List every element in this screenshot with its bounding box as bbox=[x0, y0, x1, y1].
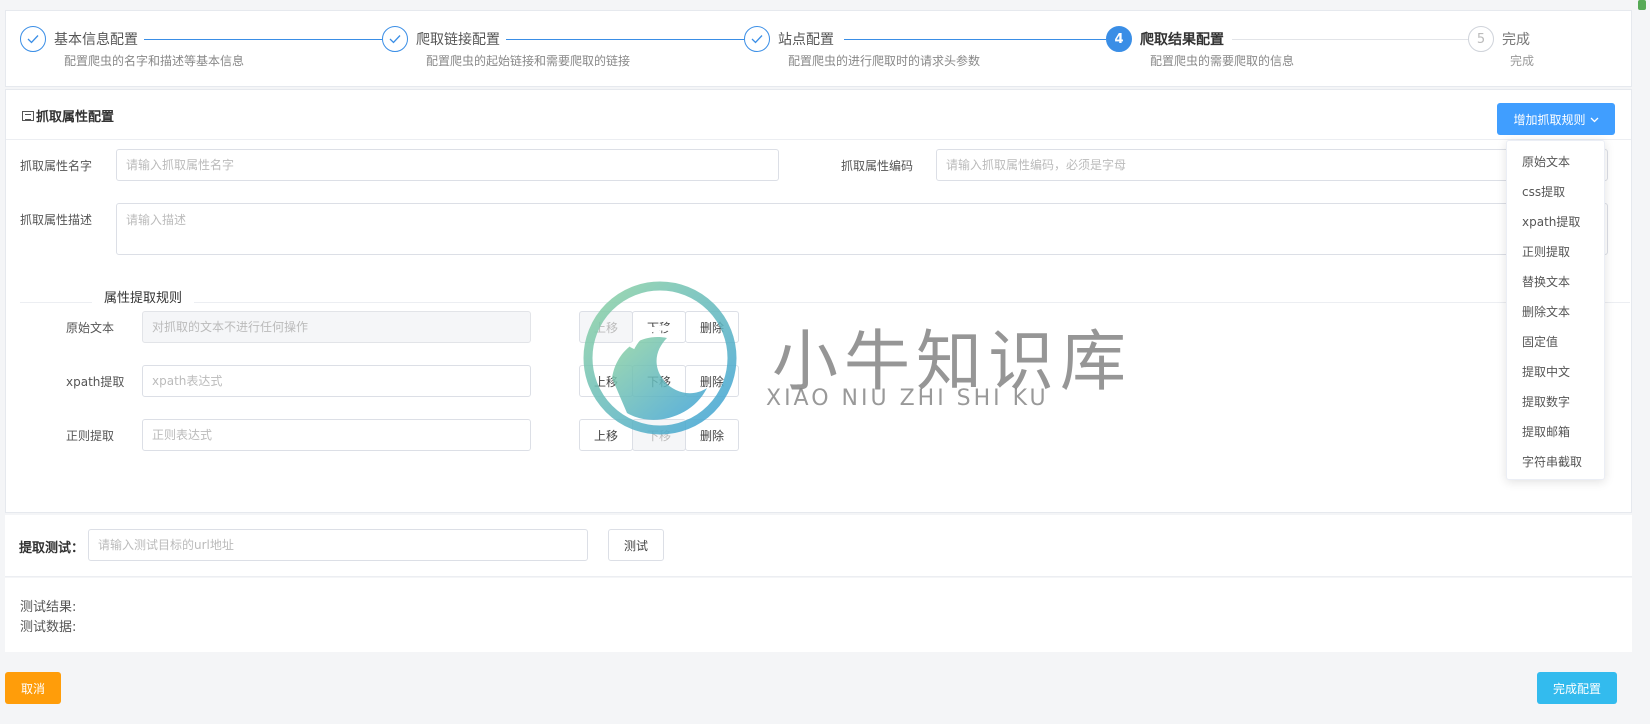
step-title: 完成 bbox=[1502, 32, 1530, 48]
dropdown-item[interactable]: 原始文本 bbox=[1507, 147, 1604, 177]
list-icon bbox=[22, 110, 34, 121]
scrollbar-thumb[interactable] bbox=[1638, 0, 1646, 10]
delete-button[interactable]: 删除 bbox=[685, 365, 739, 397]
dropdown-item[interactable]: 正则提取 bbox=[1507, 237, 1604, 267]
chevron-down-icon bbox=[1590, 112, 1599, 126]
rule-input[interactable] bbox=[142, 365, 531, 397]
delete-button[interactable]: 删除 bbox=[685, 419, 739, 451]
panel-header: 抓取属性配置 增加抓取规则 bbox=[6, 90, 1631, 140]
step-desc: 配置爬虫的进行爬取时的请求头参数 bbox=[788, 54, 981, 68]
rule-input[interactable] bbox=[142, 419, 531, 451]
check-icon bbox=[744, 26, 770, 52]
step-connector bbox=[844, 39, 1106, 40]
step-desc: 完成 bbox=[1510, 54, 1535, 68]
dropdown-item[interactable]: css提取 bbox=[1507, 177, 1604, 207]
step-desc: 配置爬虫的名字和描述等基本信息 bbox=[64, 54, 245, 68]
move-down-button[interactable]: 下移 bbox=[632, 419, 686, 451]
step-desc: 配置爬虫的起始链接和需要爬取的链接 bbox=[426, 54, 631, 68]
move-up-button[interactable]: 上移 bbox=[579, 419, 633, 451]
dropdown-item[interactable]: 字符串截取 bbox=[1507, 447, 1604, 477]
move-down-button[interactable]: 下移 bbox=[632, 365, 686, 397]
move-down-button[interactable]: 下移 bbox=[632, 311, 686, 343]
dropdown-item[interactable]: 删除文本 bbox=[1507, 297, 1604, 327]
add-rule-label: 增加抓取规则 bbox=[1513, 112, 1586, 127]
step-connector bbox=[1232, 39, 1468, 40]
step-desc: 配置爬虫的需要爬取的信息 bbox=[1150, 54, 1295, 68]
test-result-label: 测试结果: bbox=[20, 600, 77, 615]
step-title: 基本信息配置 bbox=[54, 32, 138, 48]
step-connector bbox=[506, 39, 744, 40]
rule-label: xpath提取 bbox=[66, 375, 125, 389]
rule-label: 正则提取 bbox=[66, 429, 115, 443]
check-icon bbox=[382, 26, 408, 52]
move-up-button[interactable]: 上移 bbox=[579, 311, 633, 343]
dropdown-item[interactable]: 提取邮箱 bbox=[1507, 417, 1604, 447]
rule-label: 原始文本 bbox=[66, 321, 115, 335]
step-number-icon: 4 bbox=[1106, 26, 1132, 52]
dropdown-item[interactable]: 提取中文 bbox=[1507, 357, 1604, 387]
check-icon bbox=[20, 26, 46, 52]
dropdown-item[interactable]: 替换文本 bbox=[1507, 267, 1604, 297]
step-number-icon: 5 bbox=[1468, 26, 1494, 52]
name-label: 抓取属性名字 bbox=[20, 159, 93, 173]
code-label: 抓取属性编码 bbox=[841, 159, 914, 173]
desc-textarea[interactable] bbox=[116, 203, 1608, 255]
dropdown-item[interactable]: 提取数字 bbox=[1507, 387, 1604, 417]
finish-button[interactable]: 完成配置 bbox=[1537, 672, 1617, 704]
desc-label: 抓取属性描述 bbox=[20, 213, 93, 227]
test-result-area: 测试结果: 测试数据: bbox=[5, 578, 1632, 652]
dropdown-item[interactable]: 固定值 bbox=[1507, 327, 1604, 357]
step-title: 爬取结果配置 bbox=[1140, 32, 1224, 48]
test-button[interactable]: 测试 bbox=[608, 529, 664, 561]
step-connector bbox=[144, 39, 382, 40]
delete-button[interactable]: 删除 bbox=[685, 311, 739, 343]
dropdown-item[interactable]: xpath提取 bbox=[1507, 207, 1604, 237]
test-label: 提取测试： bbox=[19, 541, 85, 556]
add-rule-dropdown: 原始文本 css提取 xpath提取 正则提取 替换文本 删除文本 固定值 提取… bbox=[1506, 140, 1605, 480]
test-data-label: 测试数据: bbox=[20, 620, 77, 635]
panel-title: 抓取属性配置 bbox=[22, 106, 114, 125]
add-rule-button[interactable]: 增加抓取规则 bbox=[1497, 103, 1615, 135]
steps-bar: 基本信息配置 配置爬虫的名字和描述等基本信息 爬取链接配置 配置爬虫的起始链接和… bbox=[5, 10, 1632, 87]
rule-input bbox=[142, 311, 531, 343]
step-title: 爬取链接配置 bbox=[416, 32, 500, 48]
name-input[interactable] bbox=[116, 149, 779, 181]
move-up-button[interactable]: 上移 bbox=[579, 365, 633, 397]
rules-section-title: 属性提取规则 bbox=[92, 287, 195, 306]
panel-title-text: 抓取属性配置 bbox=[36, 110, 115, 125]
attribute-config-panel: 抓取属性配置 增加抓取规则 抓取属性名字 抓取属性编码 抓取属性描述 属性提取规… bbox=[5, 89, 1632, 513]
extract-test-row: 提取测试： 测试 bbox=[5, 515, 1632, 577]
test-url-input[interactable] bbox=[88, 529, 588, 561]
step-title: 站点配置 bbox=[778, 32, 834, 48]
cancel-button[interactable]: 取消 bbox=[5, 672, 61, 704]
section-divider bbox=[20, 302, 1630, 303]
